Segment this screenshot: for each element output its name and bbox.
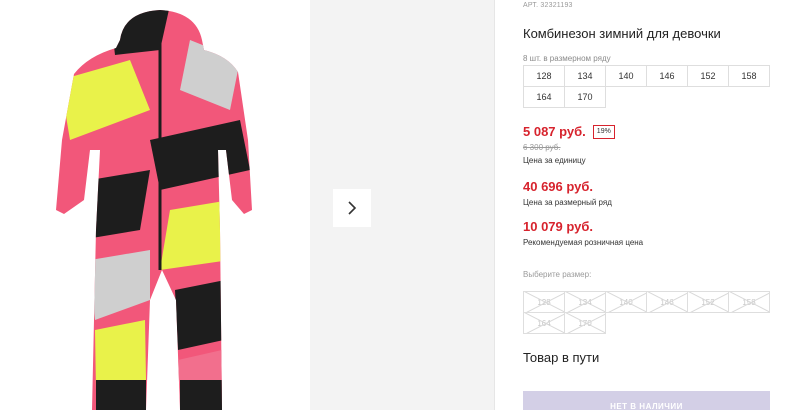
size-option-disabled[interactable]: 128 xyxy=(523,291,565,313)
size-cell: 164 xyxy=(523,86,565,108)
size-option-disabled[interactable]: 140 xyxy=(605,291,647,313)
size-option-row: 164 170 xyxy=(523,312,775,334)
unit-price-row: 5 087 руб. 19% xyxy=(523,124,615,139)
size-cell: 146 xyxy=(646,65,688,87)
size-select-grid: 128 134 140 146 152 158 164 170 xyxy=(523,291,775,334)
size-row-grid: 128 134 140 146 152 158 164 170 xyxy=(523,65,775,108)
size-grid-row: 128 134 140 146 152 158 xyxy=(523,65,775,87)
size-option-row: 128 134 140 146 152 158 xyxy=(523,291,775,313)
size-option-disabled[interactable]: 158 xyxy=(728,291,770,313)
out-of-stock-button[interactable]: НЕТ В НАЛИЧИИ xyxy=(523,391,770,410)
size-grid-row: 164 170 xyxy=(523,86,775,108)
unit-price: 5 087 руб. xyxy=(523,124,586,139)
size-option-disabled[interactable]: 134 xyxy=(564,291,606,313)
size-cell: 152 xyxy=(687,65,729,87)
product-photo[interactable] xyxy=(0,0,310,410)
jumpsuit-illustration xyxy=(56,10,252,410)
article-number: АРТ. 32321193 xyxy=(523,2,573,9)
size-option-disabled[interactable]: 164 xyxy=(523,312,565,334)
pack-note: 8 шт. в размерном ряду xyxy=(523,54,611,63)
size-select-label: Выберите размер: xyxy=(523,270,592,279)
size-cell: 134 xyxy=(564,65,606,87)
unit-price-label: Цена за единицу xyxy=(523,156,586,165)
size-cell: 128 xyxy=(523,65,565,87)
retail-price: 10 079 руб. xyxy=(523,219,594,234)
product-title: Комбинезон зимний для девочки xyxy=(523,26,721,41)
chevron-right-icon xyxy=(348,201,357,215)
gallery-next-button[interactable] xyxy=(333,189,371,227)
size-option-disabled[interactable]: 152 xyxy=(687,291,729,313)
size-option-disabled[interactable]: 146 xyxy=(646,291,688,313)
size-option-disabled[interactable]: 170 xyxy=(564,312,606,334)
retail-price-label: Рекомендуемая розничная цена xyxy=(523,238,644,247)
product-page: АРТ. 32321193 Комбинезон зимний для дево… xyxy=(0,0,800,410)
size-cell: 170 xyxy=(564,86,606,108)
size-cell: 158 xyxy=(728,65,770,87)
discount-badge: 19% xyxy=(592,124,615,139)
availability-status: Товар в пути xyxy=(523,350,600,365)
old-price: 6 300 руб. xyxy=(523,143,561,152)
column-divider xyxy=(494,0,495,410)
row-price: 40 696 руб. xyxy=(523,179,594,194)
size-cell: 140 xyxy=(605,65,647,87)
row-price-label: Цена за размерный ряд xyxy=(523,198,612,207)
